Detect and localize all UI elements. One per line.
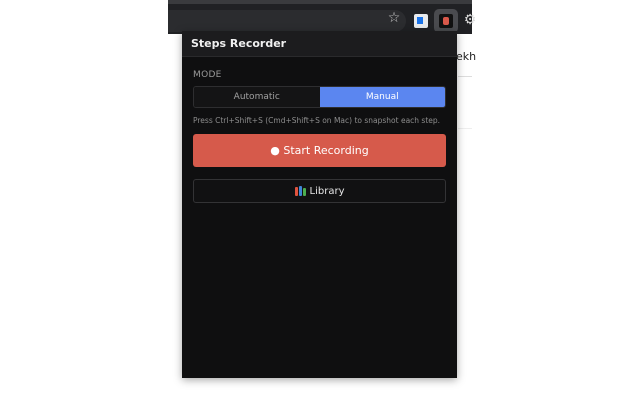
background-divider	[458, 76, 472, 77]
popup-title: Steps Recorder	[191, 37, 287, 50]
star-icon[interactable]: ☆	[386, 10, 402, 26]
puzzle-icon[interactable]: ⚙	[462, 12, 478, 28]
library-button[interactable]: Library	[193, 179, 446, 203]
steps-recorder-popup: Steps Recorder MODE Automatic Manual Pre…	[182, 31, 457, 378]
mode-manual-button[interactable]: Manual	[319, 87, 445, 107]
shortcut-hint: Press Ctrl+Shift+S (Cmd+Shift+S on Mac) …	[193, 116, 441, 125]
steps-recorder-extension-button[interactable]	[434, 9, 458, 33]
books-icon	[294, 186, 306, 196]
start-recording-label: ● Start Recording	[270, 144, 369, 157]
browser-toolbar: ☆ ⚙	[168, 0, 476, 34]
start-recording-button[interactable]: ● Start Recording	[193, 134, 446, 167]
mode-label: MODE	[193, 70, 222, 80]
mode-automatic-button[interactable]: Automatic	[194, 87, 320, 107]
background-divider	[458, 128, 472, 129]
mode-toggle: Automatic Manual	[193, 86, 446, 108]
background-page-text: ekh	[456, 50, 477, 63]
library-label: Library	[309, 185, 345, 197]
steps-recorder-extension-icon	[439, 14, 453, 28]
popup-header: Steps Recorder	[182, 31, 457, 57]
address-bar[interactable]	[168, 10, 406, 32]
popup-body: MODE Automatic Manual Press Ctrl+Shift+S…	[182, 57, 457, 203]
extension-icon[interactable]	[414, 14, 428, 28]
